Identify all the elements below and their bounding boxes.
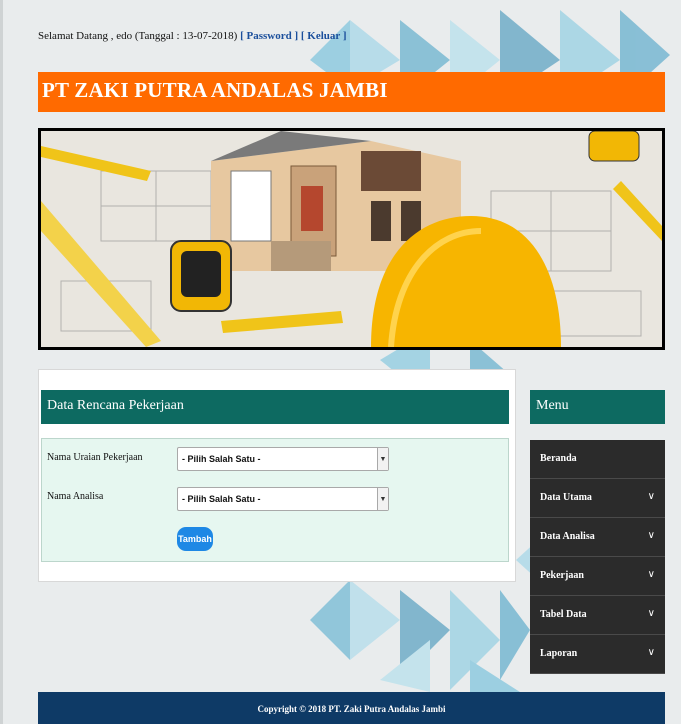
menu-item-data-utama[interactable]: Data Utama ∨ [530, 479, 665, 518]
sidebar-menu: Beranda Data Utama ∨ Data Analisa ∨ Peke… [530, 440, 665, 674]
menu-item-label: Tabel Data [540, 609, 587, 620]
chevron-down-icon: ∨ [647, 569, 655, 580]
tambah-button[interactable]: Tambah [177, 527, 213, 551]
chevron-down-icon: ∨ [647, 491, 655, 502]
menu-item-label: Pekerjaan [540, 570, 584, 581]
menu-item-label: Data Utama [540, 492, 592, 503]
dropdown-arrow-icon: ▼ [377, 488, 388, 510]
uraian-pekerjaan-select[interactable]: - Pilih Salah Satu - ▼ [177, 447, 389, 471]
menu-item-pekerjaan[interactable]: Pekerjaan ∨ [530, 557, 665, 596]
menu-item-label: Beranda [540, 453, 577, 464]
dropdown-arrow-icon: ▼ [377, 448, 388, 470]
analisa-select[interactable]: - Pilih Salah Satu - ▼ [177, 487, 389, 511]
field-label-uraian: Nama Uraian Pekerjaan [47, 452, 143, 463]
construction-illustration [41, 131, 662, 347]
chevron-down-icon: ∨ [647, 647, 655, 658]
copyright-text: Copyright © 2018 PT. Zaki Putra Andalas … [257, 704, 446, 714]
field-label-analisa: Nama Analisa [47, 491, 104, 502]
menu-item-label: Data Analisa [540, 531, 595, 542]
welcome-bar: Selamat Datang , edo (Tanggal : 13-07-20… [38, 30, 347, 42]
analisa-value: - Pilih Salah Satu - [182, 494, 261, 504]
banner-image [38, 128, 665, 350]
site-footer: Copyright © 2018 PT. Zaki Putra Andalas … [38, 692, 665, 724]
chevron-down-icon: ∨ [647, 608, 655, 619]
password-link[interactable]: [ Password ] [240, 30, 298, 42]
menu-item-tabel-data[interactable]: Tabel Data ∨ [530, 596, 665, 635]
menu-item-label: Laporan [540, 648, 578, 659]
menu-title: Menu [536, 398, 569, 413]
panel-title: Data Rencana Pekerjaan [47, 398, 184, 413]
menu-item-laporan[interactable]: Laporan ∨ [530, 635, 665, 674]
site-title: PT ZAKI PUTRA ANDALAS JAMBI [42, 78, 388, 102]
welcome-text: Selamat Datang , edo (Tanggal : 13-07-20… [38, 30, 238, 42]
uraian-pekerjaan-value: - Pilih Salah Satu - [182, 454, 261, 464]
chevron-down-icon: ∨ [647, 530, 655, 541]
site-header: PT ZAKI PUTRA ANDALAS JAMBI [38, 72, 665, 112]
menu-header: Menu [530, 390, 665, 424]
menu-item-beranda[interactable]: Beranda [530, 440, 665, 479]
logout-link[interactable]: [ Keluar ] [301, 30, 347, 42]
panel-header: Data Rencana Pekerjaan [41, 390, 509, 424]
menu-item-data-analisa[interactable]: Data Analisa ∨ [530, 518, 665, 557]
